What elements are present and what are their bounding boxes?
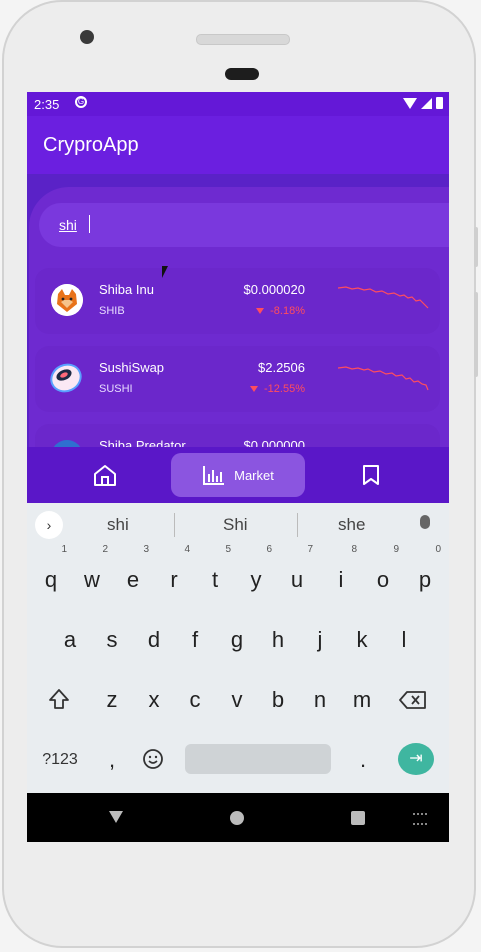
shiba-inu-logo-icon	[51, 284, 83, 316]
key-i[interactable]: 8i	[323, 545, 359, 601]
key-o[interactable]: 9o	[365, 545, 401, 601]
suggestion-2[interactable]: Shi	[223, 515, 248, 535]
chevron-right-icon[interactable]: ›	[35, 511, 63, 539]
enter-arrow-icon: ⇥	[409, 750, 423, 767]
suggestion-strip: › shi Shi she	[27, 503, 449, 547]
coin-card-sushiswap[interactable]: SushiSwap SUSHI $2.2506 -12.55%	[35, 346, 440, 412]
coin-name: SushiSwap	[99, 360, 165, 375]
key-h[interactable]: h	[260, 617, 296, 661]
suggestion-1[interactable]: shi	[107, 515, 129, 535]
price-sparkline	[338, 286, 429, 309]
key-k[interactable]: k	[344, 617, 380, 661]
sushiswap-logo-icon	[50, 362, 83, 394]
emoji-icon	[143, 749, 163, 769]
coin-symbol: SHIB	[99, 305, 125, 317]
key-x[interactable]: x	[136, 677, 172, 721]
nav-market-label: Market	[234, 467, 274, 483]
key-e[interactable]: 3e	[115, 545, 151, 601]
spacebar-key[interactable]	[185, 744, 331, 774]
key-s[interactable]: s	[94, 617, 130, 661]
coin-price: $2.2506	[258, 360, 305, 375]
key-r[interactable]: 4r	[156, 545, 192, 601]
wifi-icon	[403, 97, 417, 109]
coin-price: $0.000020	[243, 282, 305, 297]
nav-bookmark-button[interactable]	[351, 453, 391, 497]
device-screen: 2:35 G CryproApp shi Shiba Inu SHIB $0.0…	[27, 92, 449, 842]
key-y[interactable]: 6y	[238, 545, 274, 601]
volume-button	[474, 292, 478, 377]
system-navigation-bar	[27, 793, 449, 842]
nav-market-button[interactable]: Market	[171, 453, 305, 497]
proximity-sensor	[225, 68, 259, 80]
bar-chart-icon	[203, 466, 225, 485]
recent-apps-icon[interactable]	[351, 811, 365, 825]
earpiece-speaker	[196, 34, 290, 45]
enter-key[interactable]: ⇥	[398, 743, 434, 775]
back-icon[interactable]	[109, 811, 123, 823]
coin-card-shiba-inu[interactable]: Shiba Inu SHIB $0.000020 -8.18%	[35, 268, 440, 334]
key-u[interactable]: 7u	[279, 545, 315, 601]
coin-change: -8.18%	[256, 305, 305, 317]
suggestion-3[interactable]: she	[338, 515, 365, 535]
key-d[interactable]: d	[136, 617, 172, 661]
symbols-key[interactable]: ?123	[35, 737, 85, 781]
key-q[interactable]: 1q	[33, 545, 69, 601]
text-caret	[89, 215, 90, 233]
key-c[interactable]: c	[177, 677, 213, 721]
app-title: CryproApp	[43, 134, 139, 156]
key-m[interactable]: m	[344, 677, 380, 721]
nav-home-button[interactable]	[85, 453, 125, 497]
coin-symbol: SUSHI	[99, 383, 133, 395]
comma-key[interactable]: ,	[94, 737, 130, 781]
key-v[interactable]: v	[219, 677, 255, 721]
shift-key[interactable]	[41, 677, 77, 721]
price-sparkline	[338, 366, 429, 391]
home-circle-icon[interactable]	[230, 811, 244, 825]
home-icon	[94, 465, 116, 486]
status-icons	[403, 97, 443, 109]
mouse-pointer-icon	[162, 266, 168, 278]
front-camera	[80, 30, 94, 44]
backspace-key[interactable]	[395, 677, 431, 721]
key-a[interactable]: a	[52, 617, 88, 661]
signal-icon	[421, 97, 432, 109]
divider	[174, 513, 175, 537]
emoji-key[interactable]	[135, 737, 171, 781]
divider	[297, 513, 298, 537]
coin-name: Shiba Inu	[99, 282, 154, 297]
search-input-value: shi	[59, 217, 77, 233]
google-icon: G	[75, 96, 87, 108]
key-t[interactable]: 5t	[197, 545, 233, 601]
microphone-icon[interactable]	[420, 515, 430, 529]
key-g[interactable]: g	[219, 617, 255, 661]
key-w[interactable]: 2w	[74, 545, 110, 601]
key-j[interactable]: j	[302, 617, 338, 661]
period-key[interactable]: .	[345, 737, 381, 781]
bookmark-icon	[363, 465, 379, 485]
key-p[interactable]: 0p	[407, 545, 443, 601]
key-f[interactable]: f	[177, 617, 213, 661]
battery-icon	[436, 97, 443, 109]
app-bar: CryproApp	[27, 116, 449, 174]
key-z[interactable]: z	[94, 677, 130, 721]
shift-icon	[49, 689, 69, 709]
search-input[interactable]: shi	[39, 203, 449, 247]
coin-change: -12.55%	[250, 383, 305, 395]
key-n[interactable]: n	[302, 677, 338, 721]
key-b[interactable]: b	[260, 677, 296, 721]
backspace-icon	[399, 691, 426, 709]
status-bar: 2:35 G	[27, 92, 449, 116]
keyboard-switch-icon[interactable]	[413, 813, 427, 825]
key-l[interactable]: l	[386, 617, 422, 661]
bottom-navigation: Market	[27, 447, 449, 503]
soft-keyboard: › shi Shi she 1q 2w 3e 4r 5t 6y 7u 8i 9o…	[27, 503, 449, 793]
power-button	[474, 227, 478, 267]
status-time: 2:35	[34, 97, 60, 112]
